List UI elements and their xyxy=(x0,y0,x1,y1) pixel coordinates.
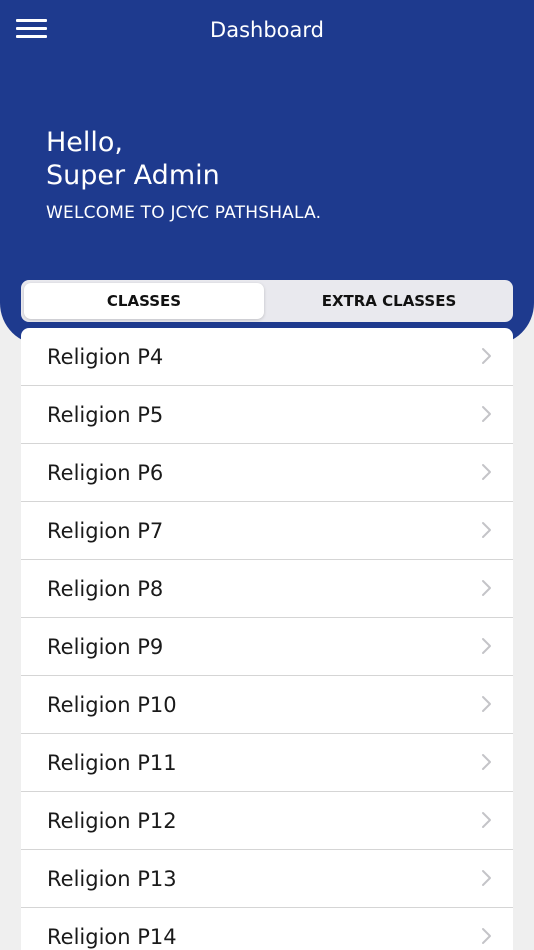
list-item[interactable]: Religion P13 xyxy=(21,850,513,908)
chevron-right-icon xyxy=(482,812,491,828)
class-list: Religion P4 Religion P5 Religion P6 Religio… xyxy=(21,328,513,950)
page-title: Dashboard xyxy=(210,18,324,42)
list-item[interactable]: Religion P12 xyxy=(21,792,513,850)
list-item-label: Religion P5 xyxy=(47,403,164,427)
list-item[interactable]: Religion P9 xyxy=(21,618,513,676)
list-item-label: Religion P4 xyxy=(47,345,164,369)
list-item-label: Religion P8 xyxy=(47,577,164,601)
chevron-right-icon xyxy=(482,928,491,944)
list-item[interactable]: Religion P8 xyxy=(21,560,513,618)
greeting: Hello, Super Admin xyxy=(46,126,220,192)
list-item-label: Religion P12 xyxy=(47,809,177,833)
list-item-label: Religion P14 xyxy=(47,925,177,949)
welcome-message: WELCOME TO JCYC PATHSHALA. xyxy=(46,203,322,223)
list-item-label: Religion P9 xyxy=(47,635,164,659)
chevron-right-icon xyxy=(482,522,491,538)
list-item[interactable]: Religion P11 xyxy=(21,734,513,792)
list-item-label: Religion P11 xyxy=(47,751,177,775)
greeting-user-name: Super Admin xyxy=(46,160,220,191)
list-item[interactable]: Religion P6 xyxy=(21,444,513,502)
tab-extra-classes[interactable]: EXTRA CLASSES xyxy=(268,283,510,319)
tab-classes[interactable]: CLASSES xyxy=(24,283,264,319)
chevron-right-icon xyxy=(482,464,491,480)
chevron-right-icon xyxy=(482,406,491,422)
dashboard-screen: Dashboard Hello, Super Admin WELCOME TO … xyxy=(0,0,534,950)
chevron-right-icon xyxy=(482,580,491,596)
chevron-right-icon xyxy=(482,754,491,770)
list-item-label: Religion P10 xyxy=(47,693,177,717)
list-item-label: Religion P6 xyxy=(47,461,164,485)
greeting-hello: Hello, xyxy=(46,127,124,158)
list-item[interactable]: Religion P4 xyxy=(21,328,513,386)
list-item-label: Religion P13 xyxy=(47,867,177,891)
chevron-right-icon xyxy=(482,638,491,654)
list-item[interactable]: Religion P5 xyxy=(21,386,513,444)
chevron-right-icon xyxy=(482,348,491,364)
list-item[interactable]: Religion P7 xyxy=(21,502,513,560)
chevron-right-icon xyxy=(482,870,491,886)
list-item-label: Religion P7 xyxy=(47,519,164,543)
list-item[interactable]: Religion P14 xyxy=(21,908,513,950)
list-item[interactable]: Religion P10 xyxy=(21,676,513,734)
chevron-right-icon xyxy=(482,696,491,712)
class-tabs: CLASSES EXTRA CLASSES xyxy=(21,280,513,322)
